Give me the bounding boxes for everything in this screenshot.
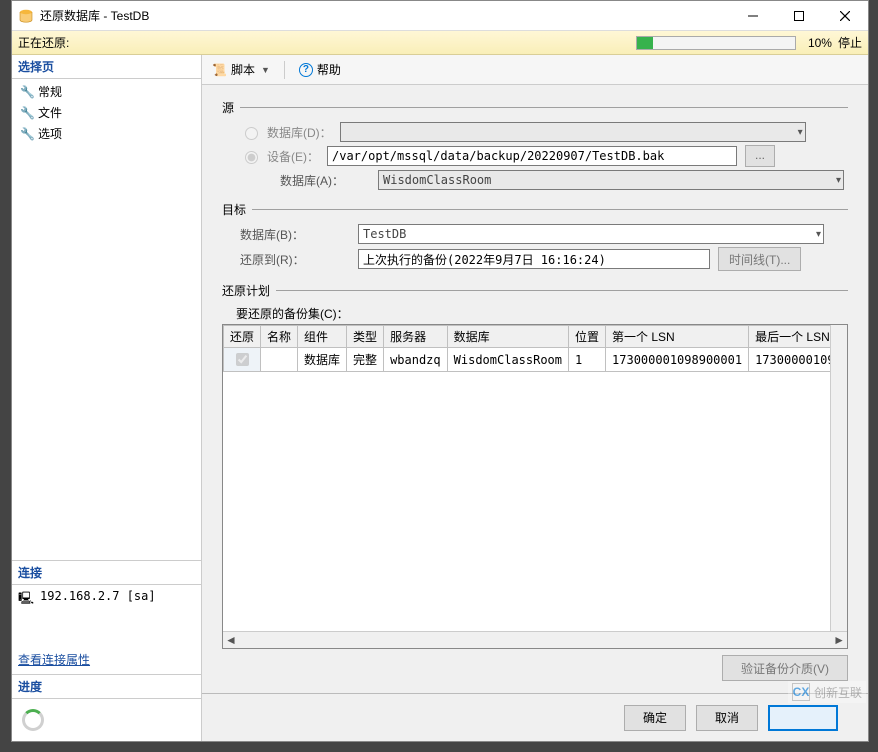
- target-db-label: 数据库(B)：: [240, 226, 350, 243]
- browse-button[interactable]: ...: [745, 145, 775, 167]
- dialog-footer: 确定 取消: [202, 693, 868, 741]
- col-server[interactable]: 服务器: [384, 326, 448, 348]
- connection-text: 192.168.2.7 [sa]: [40, 589, 156, 603]
- source-title: 源: [222, 99, 234, 116]
- device-path-input[interactable]: [327, 146, 737, 166]
- wrench-icon: 🔧: [20, 106, 34, 120]
- restore-to-input[interactable]: [358, 249, 710, 269]
- col-position[interactable]: 位置: [569, 326, 606, 348]
- help-button[interactable]: ? 帮助: [295, 59, 345, 80]
- cell-first-lsn: 173000001098900001: [606, 348, 749, 372]
- app-icon: [18, 8, 34, 24]
- restore-plan-group: 还原计划 要还原的备份集(C)： 还原 名称 组件 类型 服务器 数据库 位置: [222, 282, 848, 681]
- col-type[interactable]: 类型: [347, 326, 384, 348]
- target-title: 目标: [222, 201, 246, 218]
- connection-info: 🖳 192.168.2.7 [sa]: [12, 585, 201, 645]
- chevron-down-icon: ▼: [261, 65, 270, 75]
- chevron-down-icon: ▾: [816, 229, 821, 240]
- minimize-button[interactable]: [730, 1, 776, 31]
- chevron-down-icon: ▾: [798, 127, 803, 138]
- cell-type: 完整: [347, 348, 384, 372]
- col-first-lsn[interactable]: 第一个 LSN: [606, 326, 749, 348]
- sidebar-pages-header: 选择页: [12, 55, 201, 79]
- sidebar-item-label: 常规: [38, 83, 62, 100]
- restore-database-window: 还原数据库 - TestDB 正在还原: 10% 停止 选择页 🔧 常规 🔧 文件 …: [11, 0, 869, 742]
- watermark-icon: CX: [792, 683, 810, 701]
- col-database[interactable]: 数据库: [447, 326, 568, 348]
- server-icon: 🖳: [18, 589, 34, 610]
- restore-status-label: 正在还原:: [18, 34, 69, 51]
- ok-button[interactable]: 确定: [624, 705, 686, 731]
- watermark-text: 创新互联: [814, 684, 862, 701]
- source-database-radio[interactable]: 数据库(D)：: [240, 124, 332, 141]
- main-panel: 📜 脚本 ▼ ? 帮助 源 数据库(D)： ▾ 设备(E)：: [202, 55, 868, 741]
- watermark: CX 创新互联: [788, 681, 866, 703]
- close-button[interactable]: [822, 1, 868, 31]
- sidebar-item-label: 选项: [38, 125, 62, 142]
- sidebar-progress-header: 进度: [12, 674, 201, 699]
- sidebar: 选择页 🔧 常规 🔧 文件 🔧 选项 连接 🖳 192.168.2.7 [sa] 查看…: [12, 55, 202, 741]
- source-group: 源 数据库(D)： ▾ 设备(E)： ... 数据库(A)： WisdomCla…: [222, 99, 848, 193]
- sidebar-item-options[interactable]: 🔧 选项: [12, 123, 201, 144]
- verify-backup-button[interactable]: 验证备份介质(V): [722, 655, 848, 681]
- col-component[interactable]: 组件: [298, 326, 347, 348]
- target-db-combo[interactable]: TestDB▾: [358, 224, 824, 244]
- stop-button[interactable]: 停止: [838, 34, 862, 51]
- titlebar: 还原数据库 - TestDB: [12, 1, 868, 31]
- sidebar-item-general[interactable]: 🔧 常规: [12, 81, 201, 102]
- source-db-label: 数据库(A)：: [280, 172, 370, 189]
- sidebar-item-files[interactable]: 🔧 文件: [12, 102, 201, 123]
- source-database-combo: ▾: [340, 122, 806, 142]
- target-group: 目标 数据库(B)： TestDB▾ 还原到(R)： 时间线(T)...: [222, 201, 848, 274]
- cell-name: [261, 348, 298, 372]
- chevron-down-icon: ▾: [836, 175, 841, 186]
- backup-sets-grid: 还原 名称 组件 类型 服务器 数据库 位置 第一个 LSN 最后一个 LSN: [223, 325, 848, 372]
- maximize-button[interactable]: [776, 1, 822, 31]
- script-icon: 📜: [212, 63, 227, 77]
- wrench-icon: 🔧: [20, 85, 34, 99]
- cell-database: WisdomClassRoom: [447, 348, 568, 372]
- table-row[interactable]: 数据库 完整 wbandzq WisdomClassRoom 1 1730000…: [224, 348, 849, 372]
- plan-subtitle: 要还原的备份集(C)：: [236, 305, 848, 322]
- sidebar-connection-header: 连接: [12, 560, 201, 585]
- help-icon: ?: [299, 63, 313, 77]
- cell-position: 1: [569, 348, 606, 372]
- cancel-button[interactable]: 取消: [696, 705, 758, 731]
- col-restore[interactable]: 还原: [224, 326, 261, 348]
- backup-sets-grid-wrap: 还原 名称 组件 类型 服务器 数据库 位置 第一个 LSN 最后一个 LSN: [222, 324, 848, 649]
- col-name[interactable]: 名称: [261, 326, 298, 348]
- grid-scrollbar-v[interactable]: [830, 325, 847, 631]
- restore-percent: 10%: [802, 36, 832, 50]
- window-title: 还原数据库 - TestDB: [40, 7, 730, 24]
- restore-progress-row: 正在还原: 10% 停止: [12, 31, 868, 55]
- primary-action-button[interactable]: [768, 705, 838, 731]
- plan-title: 还原计划: [222, 282, 270, 299]
- toolbar: 📜 脚本 ▼ ? 帮助: [202, 55, 868, 85]
- cell-component: 数据库: [298, 348, 347, 372]
- restore-progressbar: [636, 36, 796, 50]
- spinner-icon: [22, 709, 44, 731]
- sidebar-item-label: 文件: [38, 104, 62, 121]
- view-connection-properties-link[interactable]: 查看连接属性: [12, 645, 201, 674]
- cell-server: wbandzq: [384, 348, 448, 372]
- restore-to-label: 还原到(R)：: [240, 251, 350, 268]
- timeline-button[interactable]: 时间线(T)...: [718, 247, 801, 271]
- script-button[interactable]: 📜 脚本 ▼: [208, 59, 274, 80]
- wrench-icon: 🔧: [20, 127, 34, 141]
- source-db-combo[interactable]: WisdomClassRoom▾: [378, 170, 844, 190]
- grid-scrollbar-h[interactable]: ◄►: [223, 631, 847, 648]
- source-device-radio[interactable]: 设备(E)：: [240, 148, 319, 165]
- restore-checkbox[interactable]: [236, 353, 249, 366]
